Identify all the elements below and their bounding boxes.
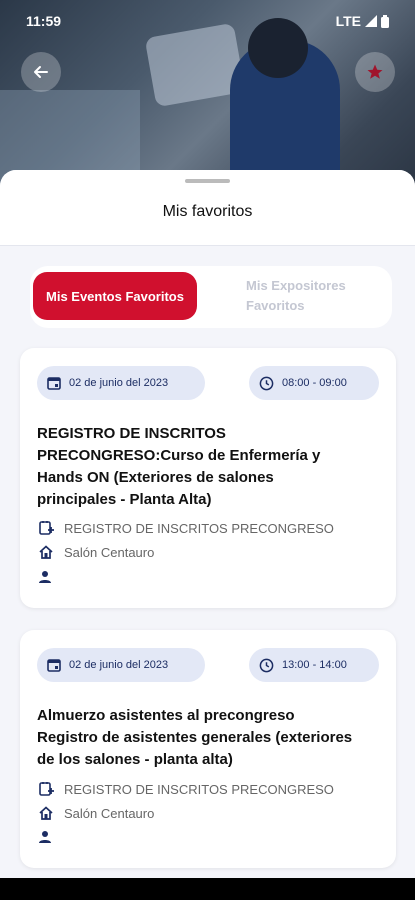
tab-bar: Mis Eventos Favoritos Mis Expositores Fa… [30,266,392,328]
sheet-header: Mis favoritos [0,170,415,246]
event-location: Salón Centauro [38,805,154,821]
signal-icon [365,15,377,27]
event-category-label: REGISTRO DE INSCRITOS PRECONGRESO [64,781,334,797]
home-icon [39,545,53,559]
event-date: 02 de junio del 2023 [69,659,169,671]
time-pill: 13:00 - 14:00 [249,648,379,682]
date-pill: 02 de junio del 2023 [37,648,205,682]
battery-icon [381,14,389,28]
event-category-label: REGISTRO DE INSCRITOS PRECONGRESO [64,520,334,536]
status-bar: 11:59 LTE [0,0,415,40]
tab-exhibitors-favorites[interactable]: Mis Expositores Favoritos [246,276,386,316]
event-time: 08:00 - 09:00 [282,377,347,389]
time-pill: 08:00 - 09:00 [249,366,379,400]
event-location-label: Salón Centauro [64,805,155,821]
date-pill: 02 de junio del 2023 [37,366,205,400]
clock-icon [259,658,274,672]
event-time: 13:00 - 14:00 [282,659,347,671]
person-icon [39,831,51,843]
tab-events-favorites[interactable]: Mis Eventos Favoritos [33,272,197,320]
calendar-icon [47,377,61,390]
event-title: REGISTRO DE INSCRITOS PRECONGRESO:Curso … [37,425,321,508]
back-button[interactable] [21,52,61,92]
event-location: Salón Centauro [38,544,154,560]
event-category: REGISTRO DE INSCRITOS PRECONGRESO [38,781,334,797]
status-time: 11:59 [26,13,62,29]
sheet-title: Mis favoritos [162,203,253,220]
event-card[interactable]: 02 de junio del 2023 13:00 - 14:00 Almue… [20,630,396,868]
arrow-left-icon [34,66,48,78]
home-icon [39,806,53,820]
calendar-add-icon [39,521,54,535]
event-speaker [38,830,62,844]
event-card[interactable]: 02 de junio del 2023 08:00 - 09:00 REGIS… [20,348,396,608]
event-title: Almuerzo asistentes al precongreso Regis… [37,707,353,768]
event-speaker [38,570,62,584]
event-location-label: Salón Centauro [64,544,155,560]
drag-handle[interactable] [185,179,230,183]
navigation-bar [0,878,415,900]
person-icon [39,571,51,583]
calendar-icon [47,659,61,672]
favorites-sheet: Mis favoritos Mis Eventos Favoritos Mis … [0,170,415,878]
network-label: LTE [335,13,361,29]
calendar-add-icon [39,782,54,796]
event-category: REGISTRO DE INSCRITOS PRECONGRESO [38,520,334,536]
event-date: 02 de junio del 2023 [69,377,169,389]
star-icon [367,64,383,79]
favorite-button[interactable] [355,52,395,92]
clock-icon [259,376,274,390]
